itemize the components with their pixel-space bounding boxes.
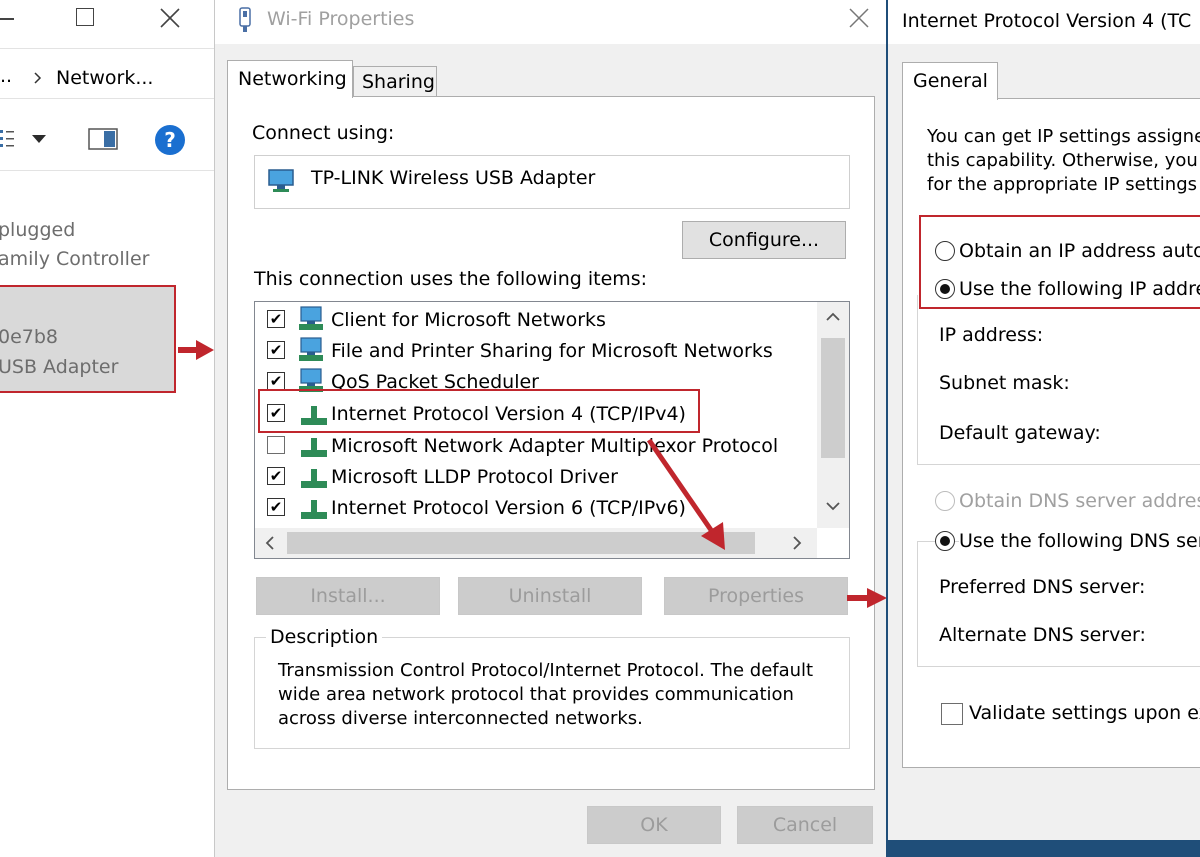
- description-text: wide area network protocol that provides…: [278, 684, 794, 705]
- description-text: across diverse interconnected networks.: [278, 708, 643, 729]
- selected-adapter-name: USB Adapter: [0, 356, 119, 378]
- protocol-icon: [301, 469, 327, 488]
- default-gateway-label: Default gateway:: [939, 422, 1101, 444]
- dialog-title: Wi-Fi Properties: [267, 8, 415, 30]
- auto-ip-radio[interactable]: [935, 241, 955, 261]
- intro-text: You can get IP settings assigne: [927, 126, 1200, 147]
- chevron-down-icon[interactable]: [32, 135, 46, 143]
- arrow-right-icon: [178, 340, 214, 360]
- network-service-icon: [299, 337, 323, 361]
- arrow-down-right-icon: [646, 438, 725, 550]
- install-button[interactable]: Install...: [256, 577, 440, 615]
- validate-label: Validate settings upon ex: [969, 702, 1200, 724]
- item-checkbox[interactable]: ✔: [267, 341, 285, 359]
- selected-adapter[interactable]: 0e7b8 USB Adapter: [0, 285, 176, 393]
- static-dns-radio[interactable]: [935, 531, 955, 551]
- item-label: Microsoft LLDP Protocol Driver: [331, 466, 618, 488]
- selected-adapter-id: 0e7b8: [0, 326, 59, 348]
- network-adapter-icon: [268, 169, 294, 192]
- items-label: This connection uses the following items…: [254, 268, 648, 290]
- adapter-status: plugged: [0, 219, 76, 241]
- title-bar: Wi-Fi Properties: [215, 0, 886, 44]
- network-client-icon: [299, 306, 323, 330]
- validate-checkbox[interactable]: [941, 703, 963, 725]
- item-label: Client for Microsoft Networks: [331, 309, 606, 331]
- explorer-window: .. Network... ? plugged amily Controller…: [0, 0, 214, 857]
- item-checkbox[interactable]: ✔: [267, 498, 285, 516]
- item-label: File and Printer Sharing for Microsoft N…: [331, 340, 773, 362]
- tab-networking[interactable]: Networking: [227, 60, 353, 98]
- item-label: Internet Protocol Version 6 (TCP/IPv6): [331, 497, 686, 519]
- minimize-icon[interactable]: [0, 18, 14, 20]
- adapter-device: amily Controller: [0, 248, 150, 270]
- chevron-right-icon: [34, 72, 42, 84]
- svg-text:?: ?: [164, 128, 176, 152]
- networking-panel: Connect using: TP-LINK Wireless USB Adap…: [227, 96, 875, 790]
- maximize-icon[interactable]: [76, 8, 94, 26]
- item-checkbox[interactable]: [267, 436, 285, 454]
- scroll-left-icon[interactable]: [265, 536, 274, 550]
- description-text: Transmission Control Protocol/Internet P…: [278, 660, 814, 681]
- auto-dns-label: Obtain DNS server addres: [959, 490, 1200, 512]
- help-icon[interactable]: ?: [154, 124, 186, 156]
- ipv4-dialog-body: Internet Protocol Version 4 (TC General …: [888, 0, 1200, 840]
- breadcrumb-dots: ..: [0, 65, 13, 87]
- adapter-name: TP-LINK Wireless USB Adapter: [311, 167, 596, 189]
- dialog-title: Internet Protocol Version 4 (TC: [902, 10, 1192, 32]
- scroll-up-icon[interactable]: [826, 312, 840, 321]
- scroll-down-icon[interactable]: [826, 502, 840, 511]
- tab-general[interactable]: General: [902, 62, 998, 100]
- protocol-icon: [301, 438, 327, 457]
- list-item[interactable]: ✔ Client for Microsoft Networks: [255, 306, 815, 336]
- intro-text: for the appropriate IP settings: [927, 174, 1198, 195]
- preferred-dns-label: Preferred DNS server:: [939, 576, 1146, 598]
- item-checkbox[interactable]: ✔: [267, 310, 285, 328]
- alternate-dns-label: Alternate DNS server:: [939, 624, 1146, 646]
- subnet-mask-label: Subnet mask:: [939, 372, 1070, 394]
- ip-address-label: IP address:: [939, 324, 1044, 346]
- static-dns-label: Use the following DNS ser: [959, 529, 1200, 553]
- breadcrumb[interactable]: Network...: [56, 66, 153, 90]
- scroll-right-icon[interactable]: [793, 536, 802, 550]
- vertical-scrollbar[interactable]: [817, 302, 849, 528]
- auto-dns-radio[interactable]: [935, 491, 955, 511]
- ipv4-properties-dialog: Internet Protocol Version 4 (TC General …: [886, 0, 1200, 857]
- intro-text: this capability. Otherwise, you: [927, 150, 1198, 171]
- properties-button[interactable]: Properties: [664, 577, 848, 615]
- network-adapter-icon: [239, 7, 251, 32]
- dns-settings-group: [917, 541, 1200, 667]
- ipv4-highlight: [258, 389, 700, 433]
- view-options-icon[interactable]: [0, 128, 14, 148]
- cancel-button[interactable]: Cancel: [737, 806, 873, 844]
- item-checkbox[interactable]: ✔: [267, 467, 285, 485]
- general-panel: You can get IP settings assigne this cap…: [902, 98, 1200, 768]
- wifi-properties-dialog: Wi-Fi Properties Networking Sharing Conn…: [214, 0, 886, 857]
- arrow-right-icon: [847, 588, 886, 608]
- adapter-field: TP-LINK Wireless USB Adapter: [254, 155, 850, 209]
- protocol-icon: [301, 500, 327, 519]
- configure-button[interactable]: Configure...: [682, 221, 846, 259]
- title-bar: Internet Protocol Version 4 (TC: [888, 0, 1200, 44]
- uninstall-button[interactable]: Uninstall: [458, 577, 642, 615]
- preview-pane-icon[interactable]: [88, 128, 118, 150]
- connect-using-label: Connect using:: [252, 122, 395, 144]
- scroll-thumb[interactable]: [821, 338, 845, 458]
- list-item[interactable]: ✔ File and Printer Sharing for Microsoft…: [255, 337, 815, 367]
- description-label: Description: [266, 625, 383, 649]
- close-icon[interactable]: [160, 8, 180, 28]
- close-icon[interactable]: [849, 8, 869, 28]
- item-checkbox[interactable]: ✔: [267, 372, 285, 390]
- ok-button[interactable]: OK: [587, 806, 721, 844]
- auto-ip-label: Obtain an IP address auto: [959, 240, 1200, 262]
- tab-sharing[interactable]: Sharing: [353, 66, 437, 96]
